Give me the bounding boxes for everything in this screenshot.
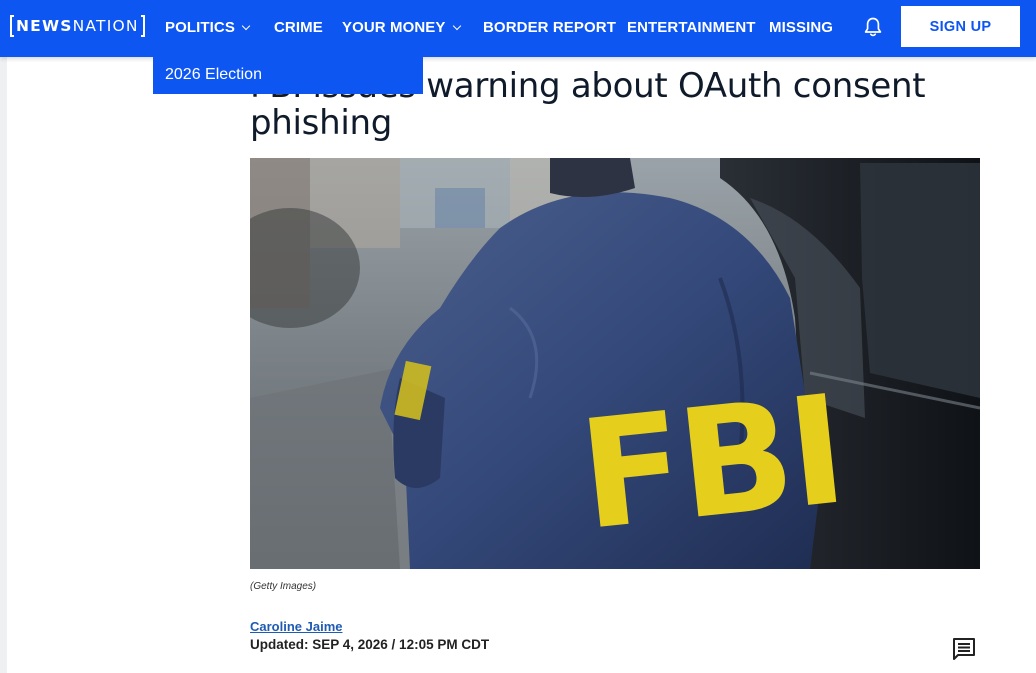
image-caption: (Getty Images): [250, 581, 317, 592]
nav-entertainment[interactable]: ENTERTAINMENT: [627, 19, 756, 36]
nav-border-report-label: BORDER REPORT: [483, 19, 616, 36]
nav-border-report[interactable]: BORDER REPORT: [483, 19, 616, 36]
site-header: NEWS NATION POLITICS CRIME YOUR MONEY BOR…: [0, 0, 1036, 57]
bell-icon[interactable]: [863, 16, 883, 38]
logo-text-light: NATION: [72, 17, 139, 35]
nav-politics-label: POLITICS: [165, 19, 235, 36]
sign-up-button[interactable]: SIGN UP: [901, 6, 1020, 47]
nav-crime-label: CRIME: [274, 19, 323, 36]
chevron-down-icon: [241, 21, 251, 31]
comment-icon[interactable]: [952, 637, 976, 661]
article-hero-image: FBI: [250, 158, 980, 569]
nav-missing-label: MISSING: [769, 19, 834, 36]
left-margin-strip: [0, 57, 7, 673]
dropdown-item-2026-election[interactable]: 2026 Election: [165, 66, 262, 84]
fbi-agent-photo: FBI: [250, 158, 980, 569]
author-link[interactable]: Caroline Jaime: [250, 619, 343, 634]
chevron-down-icon: [452, 21, 461, 31]
newsnation-logo[interactable]: NEWS NATION: [10, 14, 145, 38]
nav-entertainment-label: ENTERTAINMENT: [627, 19, 756, 36]
nav-your-money-label: YOUR MONEY: [342, 19, 446, 36]
politics-dropdown-menu: 2026 Election: [153, 57, 423, 94]
nav-your-money[interactable]: YOUR MONEY: [342, 19, 461, 36]
updated-timestamp: Updated: SEP 4, 2026 / 12:05 PM CDT: [250, 637, 490, 652]
nav-missing[interactable]: MISSING: [769, 19, 833, 36]
nav-crime[interactable]: CRIME: [274, 19, 323, 36]
logo-text-bold: NEWS: [16, 17, 73, 35]
nav-politics[interactable]: POLITICS: [165, 19, 251, 36]
jacket-fbi-text: FBI: [572, 364, 849, 564]
